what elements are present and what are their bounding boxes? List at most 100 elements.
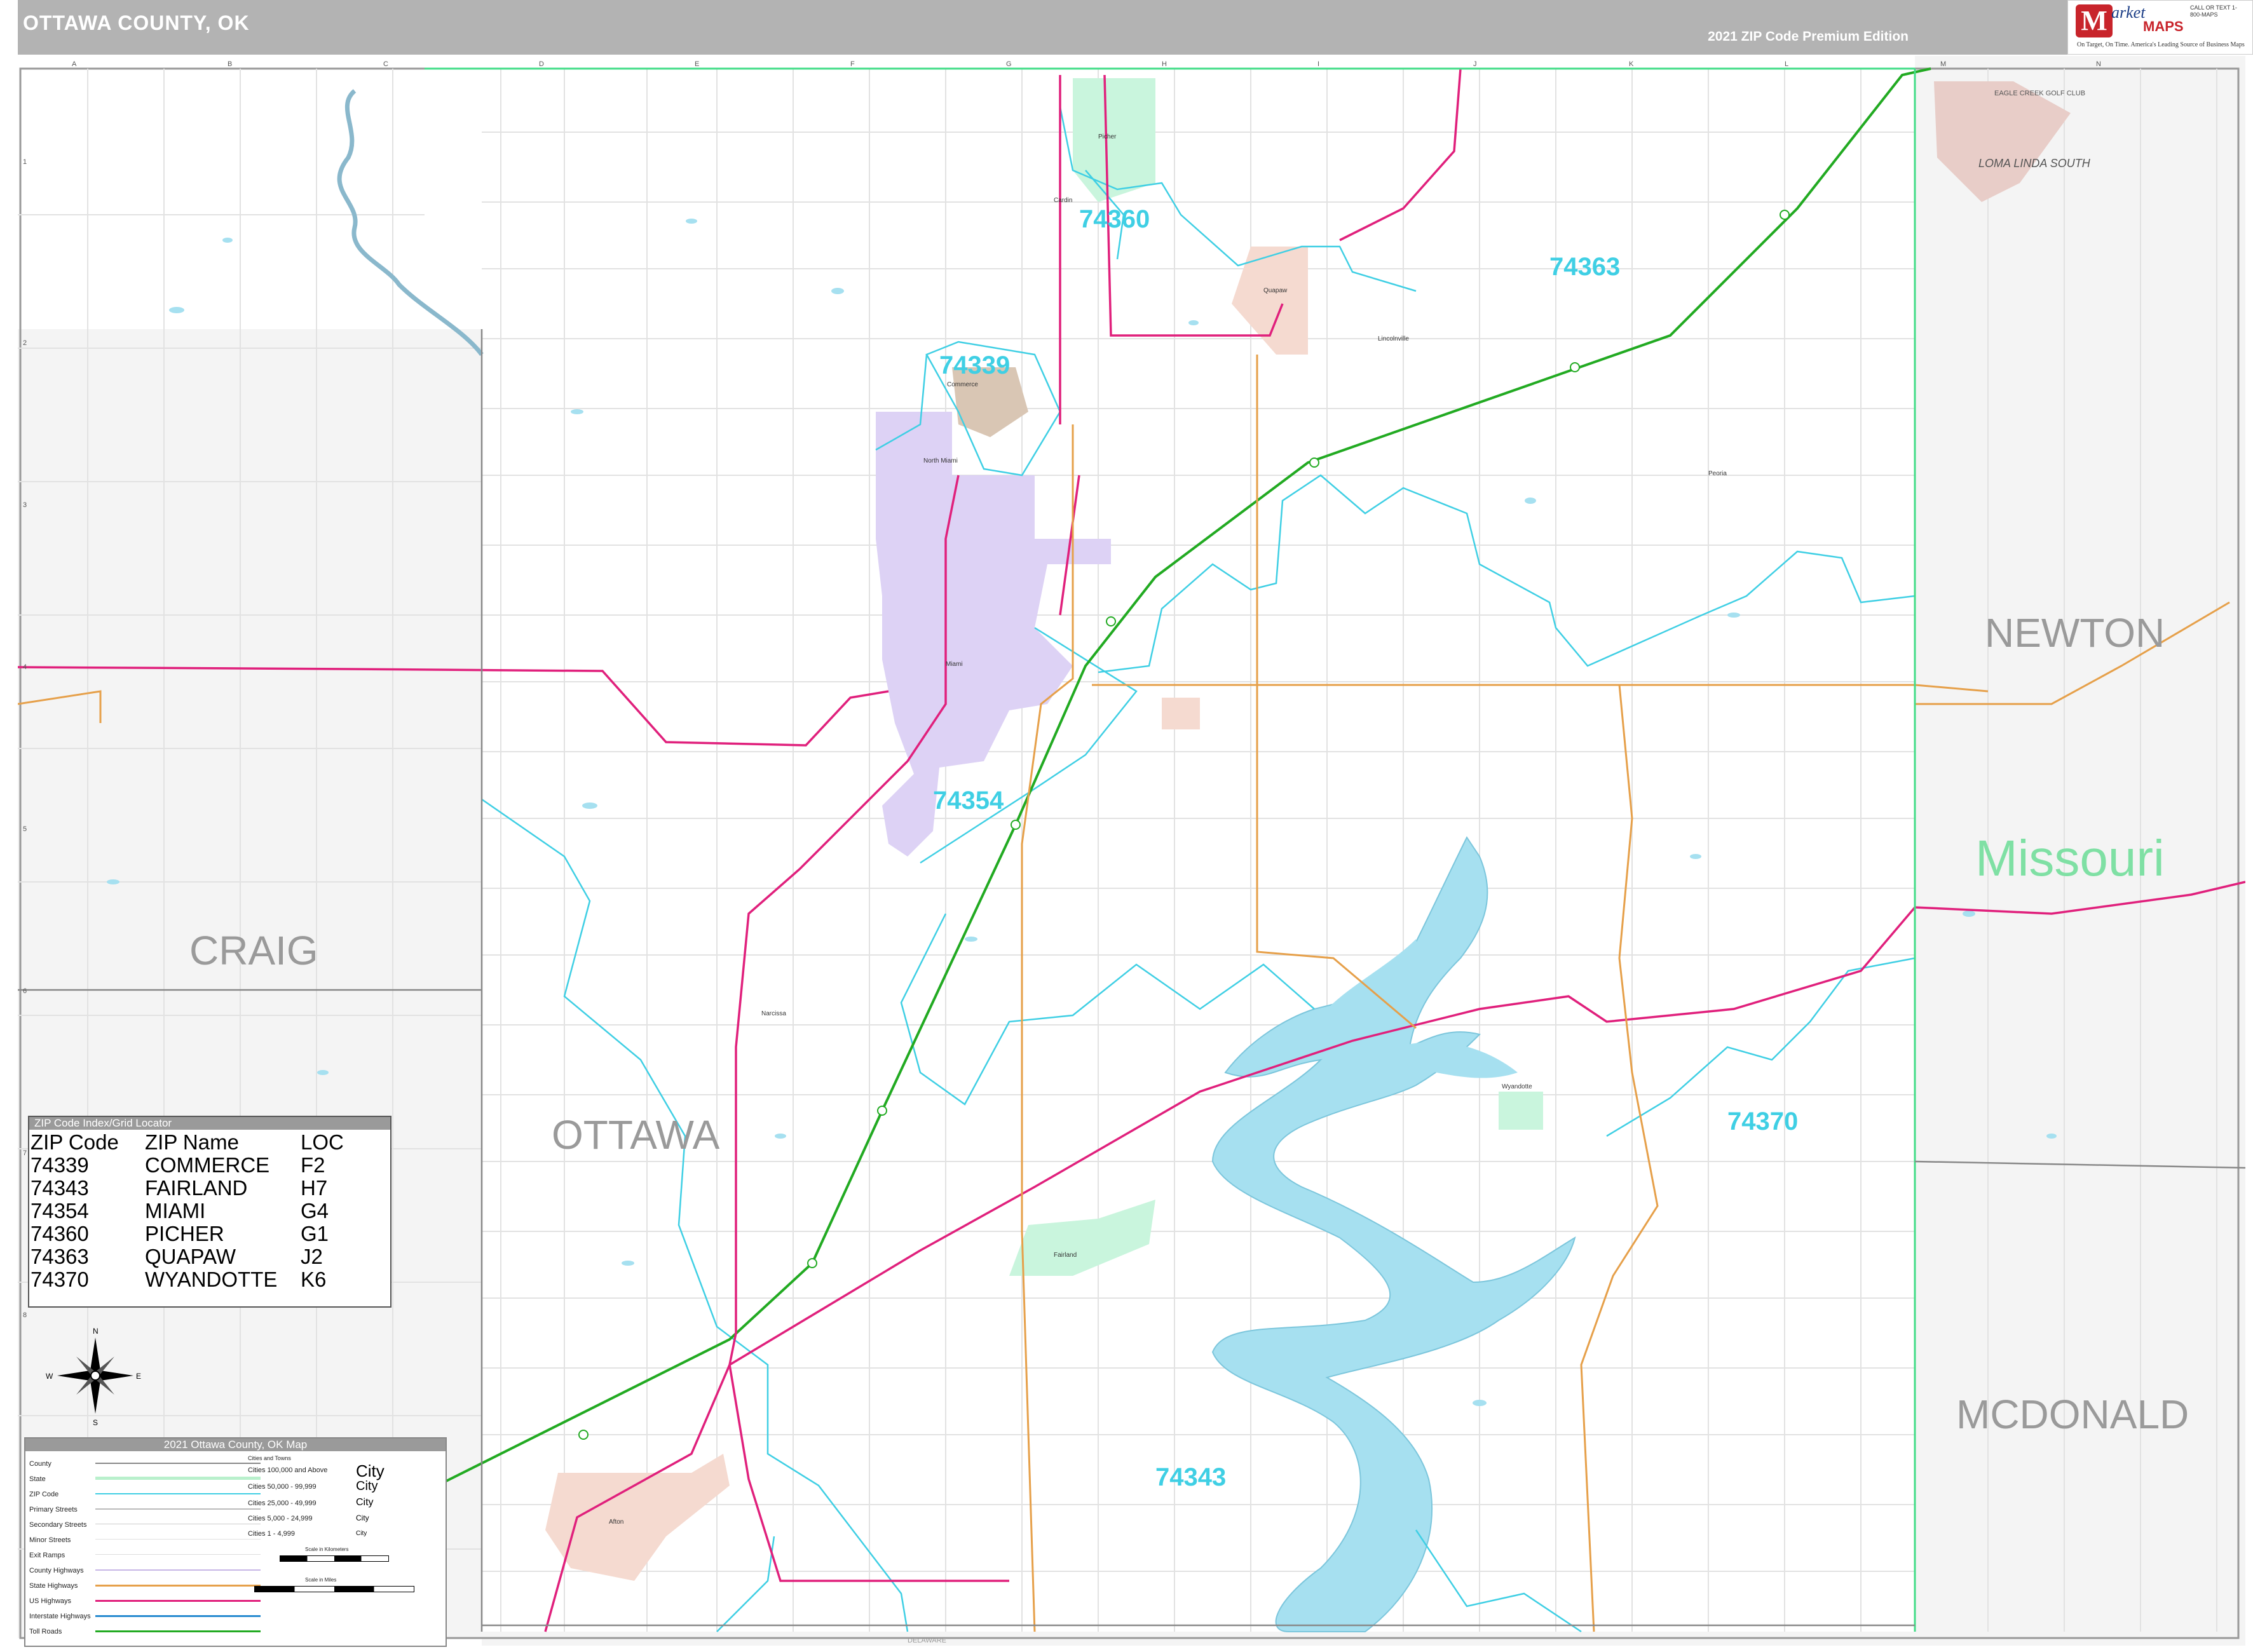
market-maps-logo: M arket MAPS On Target, On Time. America…	[2067, 0, 2253, 55]
legend-zip: ZIP Code	[29, 1491, 59, 1498]
legend-city-class: Cities 100,000 and Above	[248, 1466, 328, 1474]
zip-code: 74363	[31, 1245, 89, 1268]
zip-name: FAIRLAND	[145, 1176, 248, 1200]
place-miami: Miami	[946, 661, 963, 668]
compass-e: E	[136, 1372, 141, 1381]
legend-city-class: Cities 5,000 - 24,999	[248, 1515, 313, 1522]
grid-row-label: 7	[23, 1149, 27, 1157]
zip-loc: H7	[301, 1176, 328, 1200]
grid-col-label: I	[1317, 60, 1319, 68]
zip-label-74370: 74370	[1727, 1107, 1798, 1135]
legend-ramps-line	[95, 1554, 261, 1558]
edition-label: 2021 ZIP Code Premium Edition	[1708, 29, 1909, 44]
grid-col-label: B	[228, 60, 232, 68]
county-map[interactable]: A B C D E F G H I J K L M N 1 2 3 4 5 6 …	[18, 56, 2245, 1646]
logo-tagline: On Target, On Time. America's Leading So…	[2077, 41, 2245, 48]
zip-label-74354: 74354	[933, 787, 1004, 815]
grid-row-label: 4	[23, 663, 27, 671]
zip-index-title: ZIP Code Index/Grid Locator	[29, 1117, 390, 1130]
compass-s: S	[93, 1418, 98, 1427]
legend-state-hwy: State Highways	[29, 1582, 78, 1590]
legend-interstate-line	[95, 1615, 261, 1620]
legend-state: State	[29, 1475, 46, 1483]
zip-label-74339: 74339	[939, 351, 1010, 379]
loma-linda-label: LOMA LINDA SOUTH	[1978, 157, 2091, 170]
zip-index-grid: ZIP Code ZIP Name LOC 74339 COMMERCE F2 …	[31, 1131, 344, 1291]
map-title: OTTAWA COUNTY, OK	[23, 11, 250, 34]
legend-city-class: Cities 1 - 4,999	[248, 1530, 295, 1538]
map-legend: 2021 Ottawa County, OK Map County State …	[24, 1437, 447, 1647]
table-row: 74343 FAIRLAND H7	[31, 1177, 344, 1200]
grid-row-label: 8	[23, 1311, 27, 1319]
grid-col-label: A	[72, 60, 77, 68]
grid-col-label: G	[1006, 60, 1012, 68]
craig-county-label: CRAIG	[189, 928, 318, 973]
grid-col-label: K	[1629, 60, 1634, 68]
grid-row-label: 1	[23, 158, 27, 166]
zip-label-74363: 74363	[1549, 253, 1620, 281]
legend-city-sample: City	[356, 1513, 369, 1522]
logo-contact: CALL OR TEXT 1-800-MAPS	[2190, 4, 2237, 18]
place-picher: Picher	[1098, 133, 1117, 140]
grid-row-label: 2	[23, 339, 27, 347]
zip-name: COMMERCE	[145, 1153, 270, 1177]
zip-label-74360: 74360	[1079, 205, 1150, 233]
logo-arket-text: arket	[2111, 3, 2146, 22]
legend-county-hwy: County Highways	[29, 1567, 84, 1574]
compass-w: W	[46, 1372, 53, 1381]
table-row: 74360 PICHER G1	[31, 1222, 344, 1245]
legend-city-sample: City	[356, 1461, 385, 1480]
ottawa-county-area	[425, 69, 1915, 1632]
zip-code: 74339	[31, 1153, 89, 1177]
place-lincolnville: Lincolnville	[1378, 335, 1409, 342]
legend-county-line	[95, 1463, 261, 1467]
ottawa-county-label: OTTAWA	[552, 1112, 720, 1158]
legend-scale-km: Scale in Kilometers	[305, 1547, 349, 1552]
place-cardin: Cardin	[1054, 197, 1072, 204]
zip-loc: J2	[301, 1245, 323, 1268]
table-row: 74363 QUAPAW J2	[31, 1245, 344, 1268]
legend-cities-header: Cities and Towns	[248, 1455, 291, 1461]
zip-loc: G4	[301, 1199, 329, 1222]
legend-scale-mi: Scale in Miles	[305, 1577, 337, 1583]
logo-maps-text: MAPS	[2143, 18, 2184, 34]
legend-toll-line	[95, 1630, 261, 1635]
zip-loc: G1	[301, 1222, 329, 1245]
zip-loc: K6	[301, 1268, 327, 1291]
zip-name: QUAPAW	[145, 1245, 236, 1268]
mcdonald-county-label: MCDONALD	[1956, 1391, 2189, 1437]
legend-us-hwy-line	[95, 1600, 261, 1605]
missouri-state-label: Missouri	[1975, 830, 2165, 886]
zip-code: 74343	[31, 1176, 89, 1200]
north-town-area	[1162, 698, 1200, 729]
zip-header-name: ZIP Name	[145, 1130, 239, 1154]
grid-row-label: 6	[23, 987, 27, 995]
place-quapaw: Quapaw	[1263, 287, 1288, 294]
table-row: 74339 COMMERCE F2	[31, 1154, 344, 1177]
grid-row-label: 5	[23, 825, 27, 833]
delaware-county-label: DELAWARE	[908, 1637, 946, 1644]
place-narcissa: Narcissa	[761, 1010, 786, 1017]
place-peoria: Peoria	[1708, 470, 1727, 477]
title-bar: OTTAWA COUNTY, OK 2021 ZIP Code Premium …	[18, 0, 2067, 55]
legend-city-sample: City	[356, 1497, 374, 1508]
zip-code: 74354	[31, 1199, 89, 1222]
zip-code: 74360	[31, 1222, 89, 1245]
grid-col-label: F	[850, 60, 855, 68]
legend-city-sample: City	[356, 1530, 367, 1537]
zip-index-header-row: ZIP Code ZIP Name LOC	[31, 1131, 344, 1154]
grid-col-label: C	[383, 60, 388, 68]
zip-loc: F2	[301, 1153, 325, 1177]
newton-county-label: NEWTON	[1985, 610, 2165, 656]
grid-col-label: E	[695, 60, 699, 68]
zip-header-code: ZIP Code	[31, 1130, 119, 1154]
legend-city-class: Cities 25,000 - 49,999	[248, 1500, 317, 1507]
legend-interstate: Interstate Highways	[29, 1613, 91, 1620]
wyandotte-area	[1499, 1092, 1543, 1130]
legend-city-class: Cities 50,000 - 99,999	[248, 1483, 317, 1491]
legend-minor: Minor Streets	[29, 1536, 71, 1544]
grid-row-label: 3	[23, 501, 27, 509]
scale-bar-km	[280, 1555, 389, 1562]
zip-index-table: ZIP Code Index/Grid Locator ZIP Code ZIP…	[28, 1116, 391, 1308]
grid-col-label: L	[1785, 60, 1788, 68]
